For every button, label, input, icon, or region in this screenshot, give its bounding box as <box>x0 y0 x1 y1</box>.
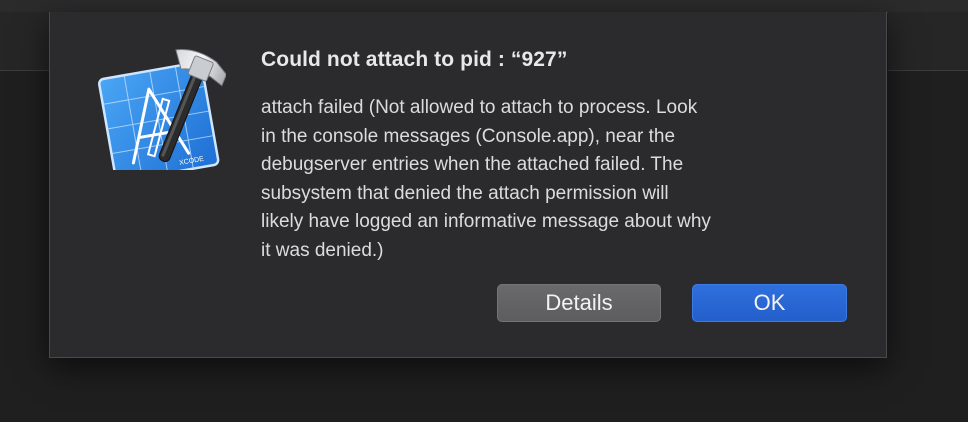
ok-button[interactable]: OK <box>692 284 847 322</box>
alert-message: attach failed (Not allowed to attach to … <box>261 97 711 261</box>
window-toolbar-right <box>888 12 968 71</box>
alert-title: Could not attach to pid : “927” <box>261 48 568 71</box>
window-toolbar-left <box>0 12 49 71</box>
xcode-app-icon: XCODE <box>97 48 226 170</box>
alert-dialog: XCODE Could not attach to pid : “927” at… <box>49 12 887 358</box>
details-button[interactable]: Details <box>497 284 661 322</box>
